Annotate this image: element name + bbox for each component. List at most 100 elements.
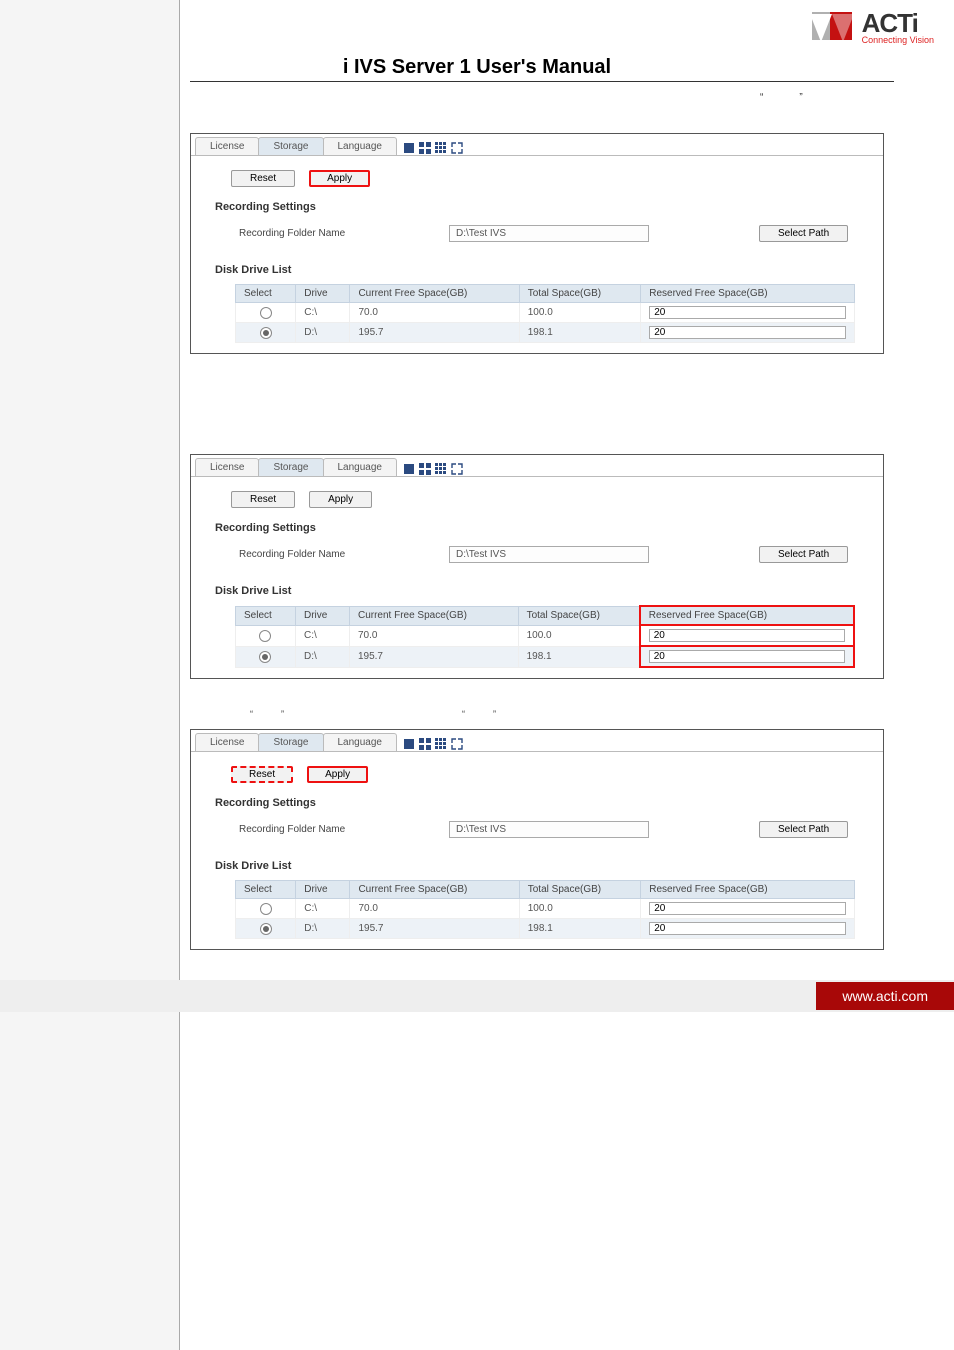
disk-table: Select Drive Current Free Space(GB) Tota…	[235, 284, 855, 343]
col-drive: Drive	[296, 285, 350, 303]
table-row: C:\ 70.0 100.0	[236, 899, 855, 919]
table-row: C:\ 70.0 100.0	[236, 625, 855, 646]
cell-current: 195.7	[350, 919, 519, 939]
cell-drive: C:\	[296, 303, 350, 323]
radio-drive-2[interactable]	[260, 923, 272, 935]
page-content: ACTi Connecting Vision i IVS Server 1 Us…	[0, 0, 954, 1042]
expand-icon[interactable]	[450, 141, 464, 155]
tab-bar: License Storage Language	[191, 455, 883, 477]
tab-storage[interactable]: Storage	[258, 137, 323, 155]
tab-storage[interactable]: Storage	[258, 733, 323, 751]
button-row: Reset Apply	[191, 156, 883, 193]
disk-table: Select Drive Current Free Space(GB) Tota…	[235, 605, 855, 668]
reserved-input-1[interactable]	[649, 629, 845, 642]
table-row: C:\ 70.0 100.0	[236, 303, 855, 323]
middle-quote-marks: “” “”	[190, 709, 954, 719]
settings-panel-3: License Storage Language Reset Apply Rec…	[190, 729, 884, 950]
apply-button[interactable]: Apply	[307, 766, 368, 783]
recording-settings-label: Recording Settings	[191, 514, 883, 534]
col-drive: Drive	[296, 881, 350, 899]
col-select: Select	[236, 285, 296, 303]
page-title: i IVS Server 1 User's Manual	[0, 56, 954, 79]
apply-button[interactable]: Apply	[309, 170, 370, 187]
recording-settings-label: Recording Settings	[191, 789, 883, 809]
grid-single-icon[interactable]	[402, 462, 416, 476]
col-drive: Drive	[295, 606, 349, 625]
apply-button[interactable]: Apply	[309, 491, 372, 508]
button-row: Reset Apply	[191, 752, 883, 789]
col-total: Total Space(GB)	[519, 881, 640, 899]
cell-drive: D:\	[296, 919, 350, 939]
expand-icon[interactable]	[450, 462, 464, 476]
tab-storage[interactable]: Storage	[258, 458, 323, 476]
recording-folder-row: Recording Folder Name Select Path	[191, 809, 883, 846]
radio-drive-1[interactable]	[260, 903, 272, 915]
cell-current: 195.7	[350, 323, 519, 343]
title-rule	[190, 81, 894, 82]
col-select: Select	[236, 881, 296, 899]
reserved-input-1[interactable]	[649, 902, 846, 915]
recording-folder-input[interactable]	[449, 546, 649, 563]
select-path-button[interactable]: Select Path	[759, 546, 848, 563]
cell-current: 70.0	[350, 303, 519, 323]
disk-table-wrap: Select Drive Current Free Space(GB) Tota…	[191, 276, 883, 353]
disk-drive-list-label: Disk Drive List	[191, 250, 883, 276]
radio-drive-1[interactable]	[259, 630, 271, 642]
reserved-input-2[interactable]	[649, 922, 846, 935]
grid-3x3-icon[interactable]	[434, 141, 448, 155]
grid-2x2-icon[interactable]	[418, 141, 432, 155]
grid-2x2-icon[interactable]	[418, 462, 432, 476]
cell-reserved	[641, 323, 855, 343]
page-footer: www.acti.com	[0, 980, 954, 1012]
reset-button[interactable]: Reset	[231, 766, 293, 783]
tab-language[interactable]: Language	[323, 458, 398, 476]
brand-tagline: Connecting Vision	[862, 35, 934, 45]
tab-license[interactable]: License	[195, 137, 259, 155]
reset-button[interactable]: Reset	[231, 170, 295, 187]
grid-single-icon[interactable]	[402, 737, 416, 751]
cell-reserved	[641, 899, 855, 919]
recording-folder-input[interactable]	[449, 821, 649, 838]
logo-wrap: ACTi Connecting Vision	[806, 6, 934, 46]
col-reserved: Reserved Free Space(GB)	[640, 606, 854, 625]
cell-current: 70.0	[349, 625, 518, 646]
reserved-input-2[interactable]	[649, 650, 845, 663]
col-current-free: Current Free Space(GB)	[350, 285, 519, 303]
disk-table-wrap: Select Drive Current Free Space(GB) Tota…	[191, 872, 883, 949]
recording-folder-input[interactable]	[449, 225, 649, 242]
table-row: D:\ 195.7 198.1	[236, 919, 855, 939]
radio-drive-1[interactable]	[260, 307, 272, 319]
grid-single-icon[interactable]	[402, 141, 416, 155]
tab-bar: License Storage Language	[191, 134, 883, 156]
grid-3x3-icon[interactable]	[434, 737, 448, 751]
tab-language[interactable]: Language	[323, 137, 398, 155]
col-current-free: Current Free Space(GB)	[349, 606, 518, 625]
tab-bar: License Storage Language	[191, 730, 883, 752]
grid-2x2-icon[interactable]	[418, 737, 432, 751]
radio-drive-2[interactable]	[259, 651, 271, 663]
col-reserved: Reserved Free Space(GB)	[641, 881, 855, 899]
select-path-button[interactable]: Select Path	[759, 225, 848, 242]
tab-license[interactable]: License	[195, 733, 259, 751]
cell-reserved	[641, 919, 855, 939]
settings-panel-2: License Storage Language Reset Apply Rec…	[190, 454, 884, 679]
table-row: D:\ 195.7 198.1	[236, 323, 855, 343]
tab-license[interactable]: License	[195, 458, 259, 476]
footer-url[interactable]: www.acti.com	[816, 982, 954, 1010]
open-quote-icon: “	[760, 92, 763, 103]
grid-3x3-icon[interactable]	[434, 462, 448, 476]
col-total: Total Space(GB)	[519, 285, 640, 303]
expand-icon[interactable]	[450, 737, 464, 751]
reserved-input-2[interactable]	[649, 326, 846, 339]
reserved-input-1[interactable]	[649, 306, 846, 319]
disk-drive-list-label: Disk Drive List	[191, 571, 883, 597]
cell-total: 198.1	[519, 919, 640, 939]
tab-language[interactable]: Language	[323, 733, 398, 751]
select-path-button[interactable]: Select Path	[759, 821, 848, 838]
reset-button[interactable]: Reset	[231, 491, 295, 508]
cell-drive: C:\	[296, 899, 350, 919]
settings-panel-1: License Storage Language Reset Apply Rec…	[190, 133, 884, 354]
quote-a: “”	[250, 709, 312, 719]
col-total: Total Space(GB)	[518, 606, 640, 625]
radio-drive-2[interactable]	[260, 327, 272, 339]
